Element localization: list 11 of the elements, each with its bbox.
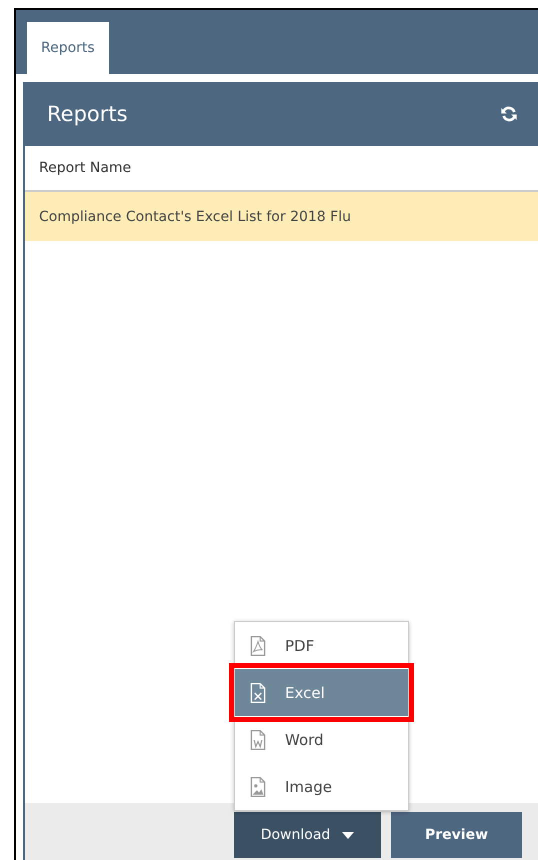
preview-button[interactable]: Preview — [391, 812, 522, 858]
menu-item[interactable]: Image — [235, 763, 408, 810]
menu-item[interactable]: Word — [235, 716, 408, 763]
tab[interactable]: Reports — [27, 22, 109, 74]
column-header: Report Name — [39, 160, 132, 176]
table-row[interactable]: Compliance Contact's Excel List for 2018 Flu — [25, 192, 538, 241]
download-button[interactable]: Download — [234, 812, 381, 858]
panel-title: Reports — [47, 102, 128, 126]
caret-icon — [342, 832, 354, 838]
menu-item[interactable]: PDF — [235, 622, 408, 669]
menu-item[interactable]: Excel — [235, 669, 408, 716]
